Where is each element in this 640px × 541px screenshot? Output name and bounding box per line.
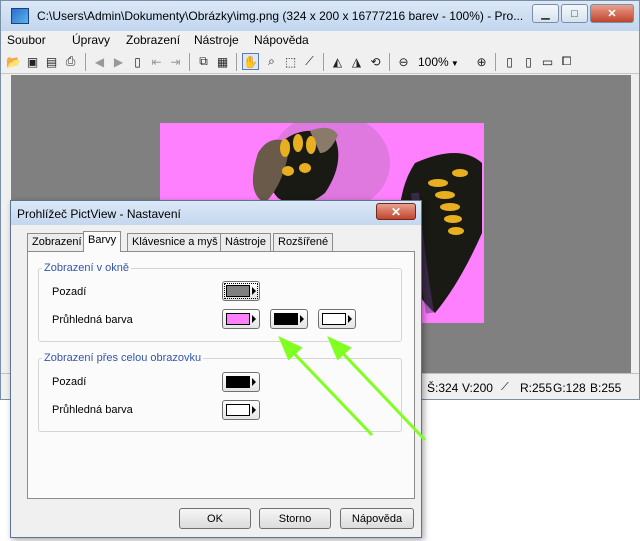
tab-barvy[interactable]: Barvy — [83, 231, 122, 252]
annotation-arrows — [278, 335, 427, 442]
arrow-line — [284, 343, 374, 437]
arrow-line — [333, 343, 427, 442]
